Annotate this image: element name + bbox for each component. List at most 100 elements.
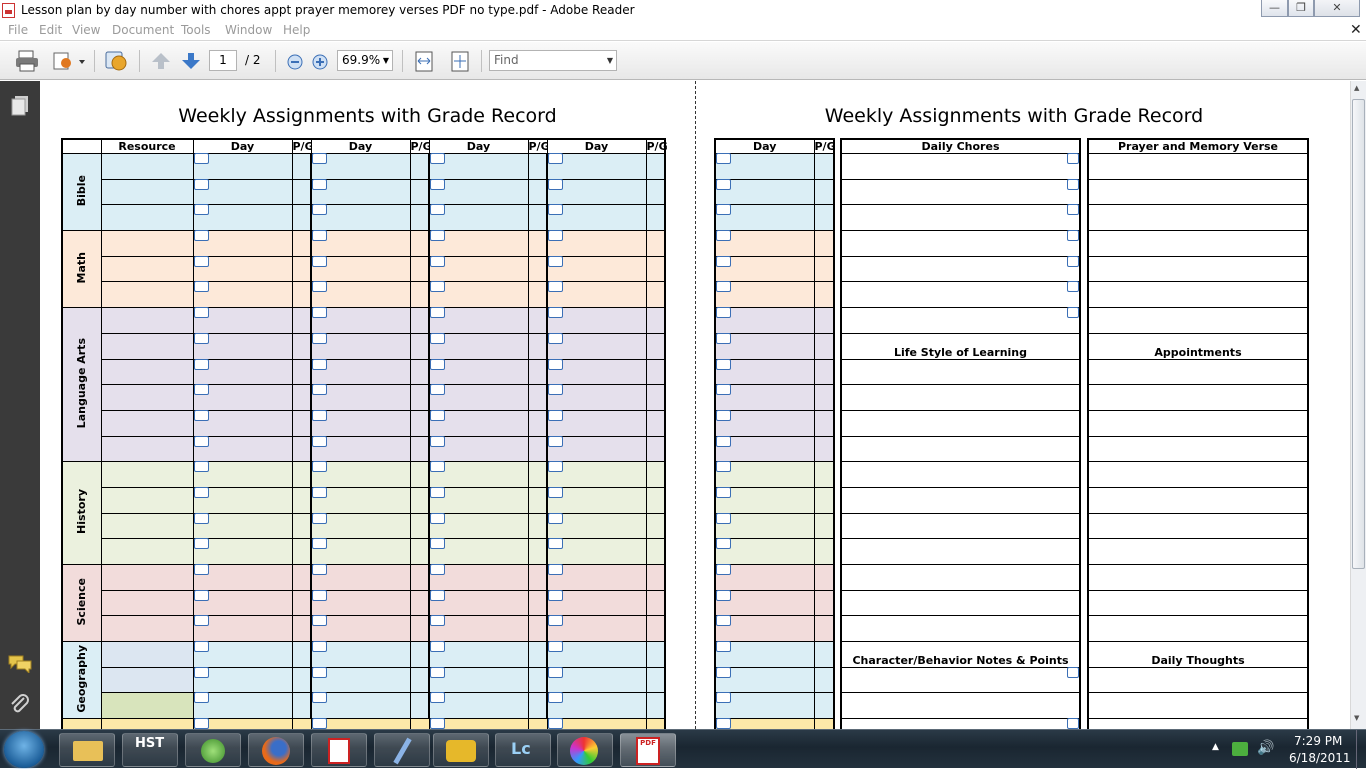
checkbox[interactable] — [193, 564, 209, 575]
pg-cell[interactable] — [409, 153, 430, 180]
entry-cell[interactable] — [840, 281, 1081, 309]
resource-cell[interactable] — [100, 641, 194, 668]
day-cell[interactable] — [714, 461, 815, 488]
pg-cell[interactable] — [291, 564, 312, 591]
pg-cell[interactable] — [645, 255, 666, 283]
menu-edit[interactable]: Edit — [39, 23, 62, 37]
checkbox[interactable] — [312, 589, 327, 601]
checkbox[interactable] — [193, 486, 209, 498]
checkbox[interactable] — [548, 589, 563, 601]
checkbox[interactable] — [1067, 718, 1079, 729]
pg-cell[interactable] — [813, 435, 835, 463]
checkbox[interactable] — [1067, 153, 1079, 164]
pen-taskbar-button[interactable] — [374, 733, 430, 767]
pg-cell[interactable] — [409, 435, 430, 463]
day-cell[interactable] — [546, 281, 647, 309]
entry-cell[interactable] — [840, 307, 1081, 334]
pg-cell[interactable] — [409, 615, 430, 643]
pg-cell[interactable] — [645, 281, 666, 309]
checkbox[interactable] — [548, 358, 563, 370]
checkbox[interactable] — [193, 307, 209, 319]
day-cell[interactable] — [546, 204, 647, 232]
pg-cell[interactable] — [409, 255, 430, 283]
day-cell[interactable] — [428, 641, 529, 668]
checkbox[interactable] — [429, 718, 445, 729]
pg-cell[interactable] — [645, 332, 666, 360]
day-cell[interactable] — [192, 255, 293, 283]
day-cell[interactable] — [546, 435, 647, 463]
pg-cell[interactable] — [409, 692, 430, 720]
pg-cell[interactable] — [645, 435, 666, 463]
day-cell[interactable] — [428, 461, 529, 488]
close-button[interactable]: ✕ — [1314, 0, 1360, 17]
day-cell[interactable] — [546, 384, 647, 411]
checkbox[interactable] — [193, 332, 209, 344]
checkbox[interactable] — [312, 538, 327, 550]
checkbox[interactable] — [716, 230, 731, 242]
checkbox[interactable] — [430, 332, 445, 344]
pg-cell[interactable] — [527, 666, 548, 694]
entry-cell[interactable] — [1087, 461, 1309, 488]
checkbox[interactable] — [430, 641, 445, 653]
day-cell[interactable] — [714, 564, 815, 591]
vertical-scrollbar[interactable]: ▲ ▼ — [1350, 81, 1366, 729]
pages-icon[interactable] — [10, 95, 30, 117]
checkbox[interactable] — [716, 409, 731, 421]
checkbox[interactable] — [430, 204, 445, 216]
pg-cell[interactable] — [409, 564, 430, 591]
entry-cell[interactable] — [840, 486, 1081, 514]
checkbox[interactable] — [430, 486, 445, 498]
entry-cell[interactable] — [1087, 589, 1309, 617]
day-cell[interactable] — [428, 332, 529, 360]
entry-cell[interactable] — [840, 538, 1081, 565]
checkbox[interactable] — [548, 230, 563, 242]
pg-cell[interactable] — [527, 486, 548, 514]
entry-cell[interactable] — [1087, 281, 1309, 309]
day-cell[interactable] — [714, 666, 815, 694]
checkbox[interactable] — [716, 641, 731, 653]
day-cell[interactable] — [192, 332, 293, 360]
menu-document[interactable]: Document — [112, 23, 174, 37]
checkbox[interactable] — [193, 692, 209, 704]
entry-cell[interactable] — [840, 512, 1081, 540]
day-cell[interactable] — [428, 409, 529, 437]
entry-cell[interactable] — [1087, 409, 1309, 437]
checkbox[interactable] — [716, 512, 731, 524]
pg-cell[interactable] — [291, 230, 312, 257]
checkbox[interactable] — [312, 358, 327, 370]
pg-cell[interactable] — [291, 409, 312, 437]
messenger-taskbar-button[interactable] — [185, 733, 241, 767]
pg-cell[interactable] — [645, 204, 666, 232]
pg-cell[interactable] — [291, 384, 312, 411]
pg-cell[interactable] — [645, 666, 666, 694]
checkbox[interactable] — [312, 178, 327, 190]
restore-button[interactable]: ❐ — [1288, 0, 1314, 17]
day-cell[interactable] — [428, 435, 529, 463]
checkbox[interactable] — [312, 281, 327, 293]
day-cell[interactable] — [714, 409, 815, 437]
checkbox[interactable] — [430, 384, 445, 396]
checkbox[interactable] — [312, 153, 327, 164]
pg-cell[interactable] — [527, 512, 548, 540]
checkbox[interactable] — [311, 718, 327, 729]
day-cell[interactable] — [714, 230, 815, 257]
entry-cell[interactable] — [1087, 692, 1309, 720]
day-cell[interactable] — [428, 564, 529, 591]
day-cell[interactable] — [714, 358, 815, 386]
checkbox[interactable] — [548, 204, 563, 216]
checkbox[interactable] — [548, 538, 563, 550]
pg-cell[interactable] — [645, 564, 666, 591]
pg-cell[interactable] — [813, 538, 835, 565]
day-cell[interactable] — [192, 641, 293, 668]
pg-cell[interactable] — [291, 358, 312, 386]
entry-cell[interactable] — [1087, 384, 1309, 411]
day-cell[interactable] — [714, 178, 815, 206]
pg-cell[interactable] — [813, 692, 835, 720]
entry-cell[interactable] — [840, 692, 1081, 720]
checkbox[interactable] — [716, 718, 731, 729]
day-cell[interactable] — [546, 641, 647, 668]
entry-cell[interactable] — [840, 409, 1081, 437]
pg-cell[interactable] — [645, 538, 666, 565]
checkbox[interactable] — [430, 615, 445, 627]
vz-taskbar-button[interactable] — [311, 733, 367, 767]
